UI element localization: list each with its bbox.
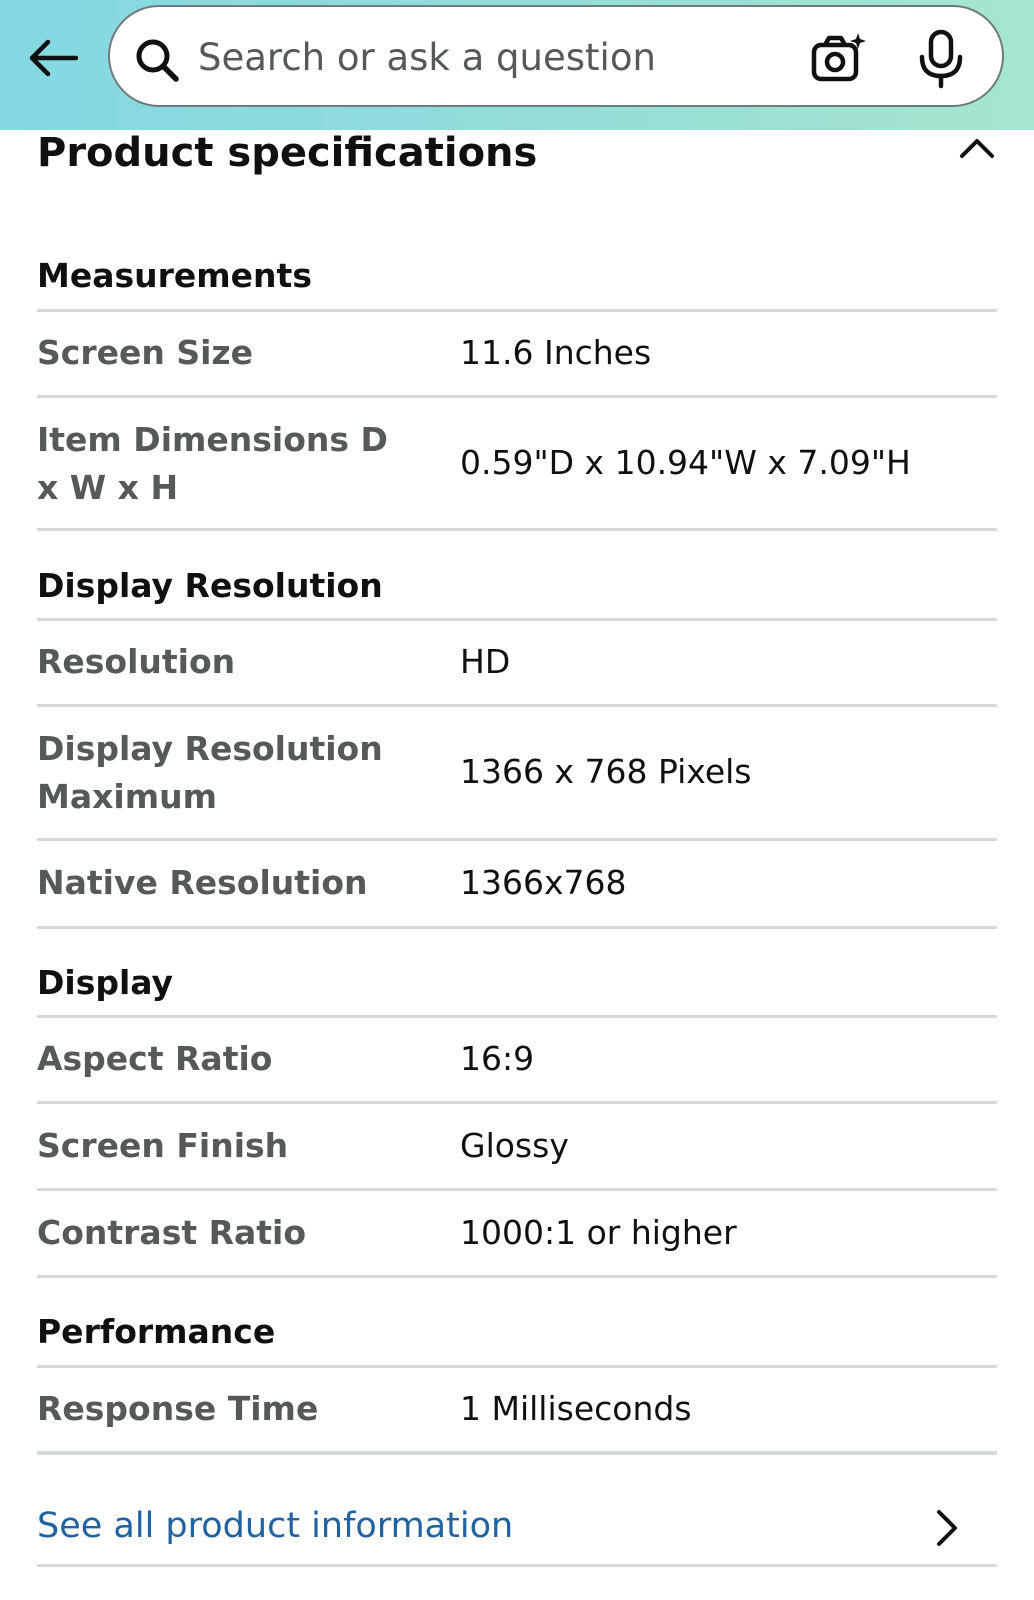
- divider: [37, 926, 997, 929]
- spec-value-contrast-ratio: 1000:1 or higher: [460, 1213, 737, 1252]
- spec-value-screen-finish: Glossy: [460, 1126, 569, 1165]
- spec-label-screen-size: Screen Size: [37, 333, 254, 372]
- divider: [37, 704, 997, 707]
- spec-label-aspect-ratio: Aspect Ratio: [37, 1039, 273, 1078]
- divider: [37, 1101, 997, 1104]
- divider: [37, 395, 997, 398]
- search-box[interactable]: [108, 5, 1004, 107]
- spec-label-item-dimensions: Item Dimensions D x W x H: [37, 420, 388, 507]
- spec-value-response-time: 1 Milliseconds: [460, 1389, 692, 1428]
- divider: [37, 1365, 997, 1368]
- spec-value-native-resolution: 1366x768: [460, 863, 627, 902]
- spec-value-resolution: HD: [460, 642, 511, 681]
- divider: [37, 309, 997, 312]
- camera-icon[interactable]: [810, 31, 868, 89]
- search-icon: [136, 39, 179, 82]
- divider: [37, 1015, 997, 1018]
- divider: [37, 1451, 997, 1455]
- spec-value-aspect-ratio: 16:9: [460, 1039, 535, 1078]
- spec-value-item-dimensions: 0.59"D x 10.94"W x 7.09"H: [460, 443, 911, 482]
- spec-value-screen-size: 11.6 Inches: [460, 333, 652, 372]
- microphone-icon[interactable]: [916, 29, 966, 89]
- section-title-measurements: Measurements: [37, 256, 312, 295]
- section-title-display: Display: [37, 963, 174, 1002]
- see-all-product-information-link[interactable]: See all product information: [37, 1486, 997, 1586]
- spec-label-native-resolution: Native Resolution: [37, 863, 368, 902]
- top-search-bar: [0, 0, 1034, 130]
- divider: [37, 838, 997, 841]
- spec-label-display-resolution-maximum: Display Resolution Maximum: [37, 729, 383, 816]
- divider: [37, 528, 997, 531]
- specifications-header[interactable]: Product specifications: [37, 130, 997, 200]
- specifications-title: Product specifications: [37, 130, 538, 176]
- divider: [37, 1188, 997, 1191]
- spec-label-screen-finish: Screen Finish: [37, 1126, 289, 1165]
- chevron-up-icon[interactable]: [957, 132, 997, 162]
- chevron-right-icon: [937, 1510, 957, 1546]
- back-button[interactable]: [24, 30, 80, 86]
- divider: [37, 1564, 997, 1567]
- divider: [37, 618, 997, 621]
- section-title-display-resolution: Display Resolution: [37, 566, 383, 605]
- search-input[interactable]: [198, 29, 758, 85]
- section-title-performance: Performance: [37, 1312, 276, 1351]
- spec-label-contrast-ratio: Contrast Ratio: [37, 1213, 307, 1252]
- spec-value-display-resolution-maximum: 1366 x 768 Pixels: [460, 752, 752, 791]
- spec-label-response-time: Response Time: [37, 1389, 319, 1428]
- spec-label-resolution: Resolution: [37, 642, 236, 681]
- see-all-label: See all product information: [37, 1506, 514, 1546]
- back-arrow-icon: [29, 39, 78, 77]
- divider: [37, 1275, 997, 1278]
